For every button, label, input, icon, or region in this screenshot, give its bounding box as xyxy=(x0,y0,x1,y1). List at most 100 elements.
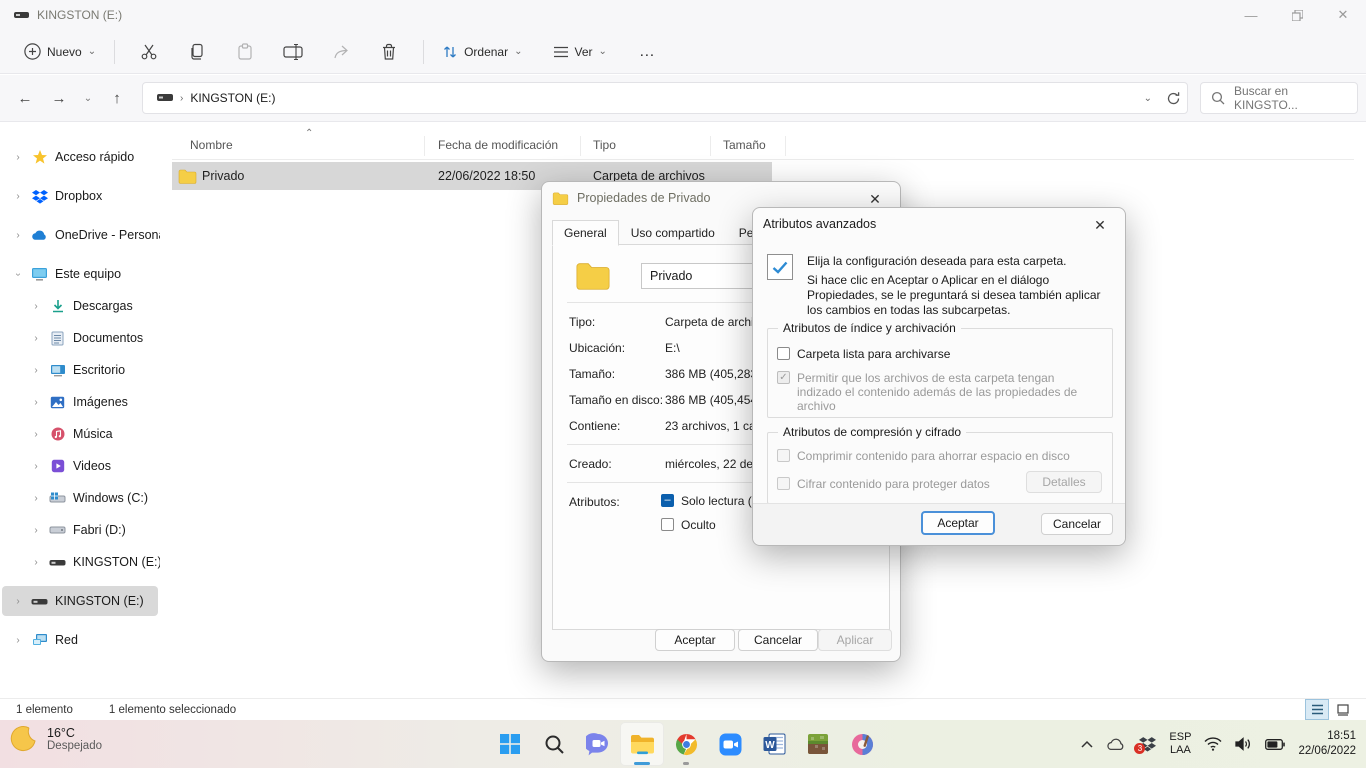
start-button[interactable] xyxy=(488,722,532,766)
cut-button[interactable] xyxy=(133,36,165,68)
archive-checkbox-row[interactable]: Carpeta lista para archivarse xyxy=(777,347,950,361)
paint3d-button[interactable] xyxy=(840,722,884,766)
sort-button[interactable]: Ordenar ⌄ xyxy=(434,38,530,66)
column-header-name[interactable]: Nombre xyxy=(190,138,233,152)
sidebar-item-windows-c[interactable]: › Windows (C:) xyxy=(2,483,158,513)
share-button[interactable] xyxy=(325,36,357,68)
sidebar-item-kingston-e-selected[interactable]: › KINGSTON (E:) xyxy=(2,586,158,616)
column-header-modified[interactable]: Fecha de modificación xyxy=(438,138,558,152)
compress-checkbox-row[interactable]: Comprimir contenido para ahorrar espacio… xyxy=(777,449,1070,463)
advanced-ok-button[interactable]: Aceptar xyxy=(921,511,995,535)
chevron-right-icon[interactable]: › xyxy=(30,557,42,568)
battery-icon[interactable] xyxy=(1265,739,1285,750)
properties-apply-button[interactable]: Aplicar xyxy=(818,629,892,651)
compress-checkbox[interactable] xyxy=(777,449,790,462)
column-header-size[interactable]: Tamaño xyxy=(723,138,766,152)
up-button[interactable]: ↑ xyxy=(102,83,132,113)
sidebar-item-onedrive[interactable]: › OneDrive - Personal xyxy=(2,220,158,250)
chevron-right-icon[interactable]: › xyxy=(30,397,42,408)
view-button[interactable]: Ver ⌄ xyxy=(545,39,615,65)
archive-checkbox[interactable] xyxy=(777,347,790,360)
onedrive-tray-icon[interactable] xyxy=(1106,738,1126,751)
minecraft-button[interactable] xyxy=(796,722,840,766)
copy-button[interactable] xyxy=(181,36,213,68)
chevron-right-icon[interactable]: › xyxy=(12,191,24,202)
chevron-right-icon[interactable]: › xyxy=(12,596,24,607)
icons-view-button[interactable] xyxy=(1332,700,1354,719)
delete-button[interactable] xyxy=(373,36,405,68)
close-button[interactable]: ✕ xyxy=(1320,0,1366,30)
recent-locations-button[interactable]: ⌄ xyxy=(78,83,98,113)
index-checkbox[interactable]: ✓ xyxy=(777,371,790,384)
details-view-button[interactable] xyxy=(1306,700,1328,719)
chevron-down-icon[interactable]: › xyxy=(13,268,24,280)
wifi-icon[interactable] xyxy=(1204,737,1222,751)
hidden-icons-chevron[interactable] xyxy=(1081,740,1093,748)
sidebar-item-music[interactable]: › Música xyxy=(2,419,158,449)
search-input[interactable]: Buscar en KINGSTO... xyxy=(1200,82,1358,114)
sidebar-item-dropbox[interactable]: › Dropbox xyxy=(2,181,158,211)
word-button[interactable]: W xyxy=(752,722,796,766)
sidebar-item-network[interactable]: › Red xyxy=(2,625,158,655)
chevron-right-icon[interactable]: › xyxy=(30,365,42,376)
refresh-button[interactable] xyxy=(1166,91,1181,106)
column-separator[interactable] xyxy=(580,136,581,156)
chevron-right-icon[interactable]: › xyxy=(30,461,42,472)
language-indicator[interactable]: ESP LAA xyxy=(1169,731,1191,757)
properties-ok-button[interactable]: Aceptar xyxy=(655,629,735,651)
new-button[interactable]: Nuevo ⌄ xyxy=(16,37,104,66)
volume-icon[interactable] xyxy=(1235,737,1252,751)
weather-widget[interactable]: 16°C Despejado xyxy=(8,724,102,754)
hidden-checkbox-row[interactable]: Oculto xyxy=(661,518,716,532)
minimize-button[interactable]: — xyxy=(1228,0,1274,30)
hidden-checkbox[interactable] xyxy=(661,518,674,531)
chevron-right-icon[interactable]: › xyxy=(30,301,42,312)
sidebar-item-quick-access[interactable]: › Acceso rápido xyxy=(2,142,158,172)
column-separator[interactable] xyxy=(785,136,786,156)
dropbox-tray-icon[interactable]: 3 xyxy=(1139,736,1156,752)
chevron-right-icon[interactable]: › xyxy=(30,493,42,504)
chevron-right-icon[interactable]: › xyxy=(12,635,24,646)
forward-button[interactable]: → xyxy=(44,83,74,113)
teams-chat-button[interactable] xyxy=(576,722,620,766)
column-separator[interactable] xyxy=(424,136,425,156)
encrypt-checkbox-row[interactable]: Cifrar contenido para proteger datos xyxy=(777,477,990,491)
sidebar-item-kingston-e[interactable]: › KINGSTON (E:) xyxy=(2,547,158,577)
rename-button[interactable] xyxy=(277,36,309,68)
column-separator[interactable] xyxy=(710,136,711,156)
encrypt-checkbox[interactable] xyxy=(777,477,790,490)
sidebar-item-documents[interactable]: › Documentos xyxy=(2,323,158,353)
advanced-cancel-button[interactable]: Cancelar xyxy=(1041,513,1113,535)
paste-button[interactable] xyxy=(229,36,261,68)
column-header-type[interactable]: Tipo xyxy=(593,138,616,152)
restore-button[interactable] xyxy=(1274,0,1320,30)
search-taskbar-button[interactable] xyxy=(532,722,576,766)
more-options-button[interactable]: … xyxy=(631,37,665,67)
tab-general[interactable]: General xyxy=(552,220,619,246)
close-icon[interactable]: ✕ xyxy=(1085,214,1115,236)
sidebar-item-downloads[interactable]: › Descargas xyxy=(2,291,158,321)
breadcrumb-drive[interactable]: KINGSTON (E:) xyxy=(190,91,275,105)
readonly-checkbox[interactable]: – xyxy=(661,494,674,507)
clock[interactable]: 18:51 22/06/2022 xyxy=(1298,729,1360,759)
sidebar-item-videos[interactable]: › Videos xyxy=(2,451,158,481)
sidebar-item-desktop[interactable]: › Escritorio xyxy=(2,355,158,385)
chevron-right-icon[interactable]: › xyxy=(30,525,42,536)
chevron-right-icon[interactable]: › xyxy=(12,230,24,241)
zoom-button[interactable] xyxy=(708,722,752,766)
address-bar[interactable]: › KINGSTON (E:) ⌄ xyxy=(142,82,1188,114)
chevron-right-icon[interactable]: › xyxy=(12,152,24,163)
index-checkbox-row[interactable]: ✓ Permitir que los archivos de esta carp… xyxy=(777,371,1112,413)
tab-sharing[interactable]: Uso compartido xyxy=(619,220,727,246)
sidebar-item-fabri-d[interactable]: › Fabri (D:) xyxy=(2,515,158,545)
chevron-right-icon[interactable]: › xyxy=(30,333,42,344)
address-dropdown-icon[interactable]: ⌄ xyxy=(1144,93,1152,104)
chrome-button[interactable] xyxy=(664,722,708,766)
sidebar-item-this-pc[interactable]: › Este equipo xyxy=(2,259,158,289)
chevron-right-icon[interactable]: › xyxy=(30,429,42,440)
properties-cancel-button[interactable]: Cancelar xyxy=(738,629,818,651)
details-button[interactable]: Detalles xyxy=(1026,471,1102,493)
file-explorer-button[interactable] xyxy=(620,722,664,766)
sidebar-item-pictures[interactable]: › Imágenes xyxy=(2,387,158,417)
back-button[interactable]: ← xyxy=(10,83,40,113)
